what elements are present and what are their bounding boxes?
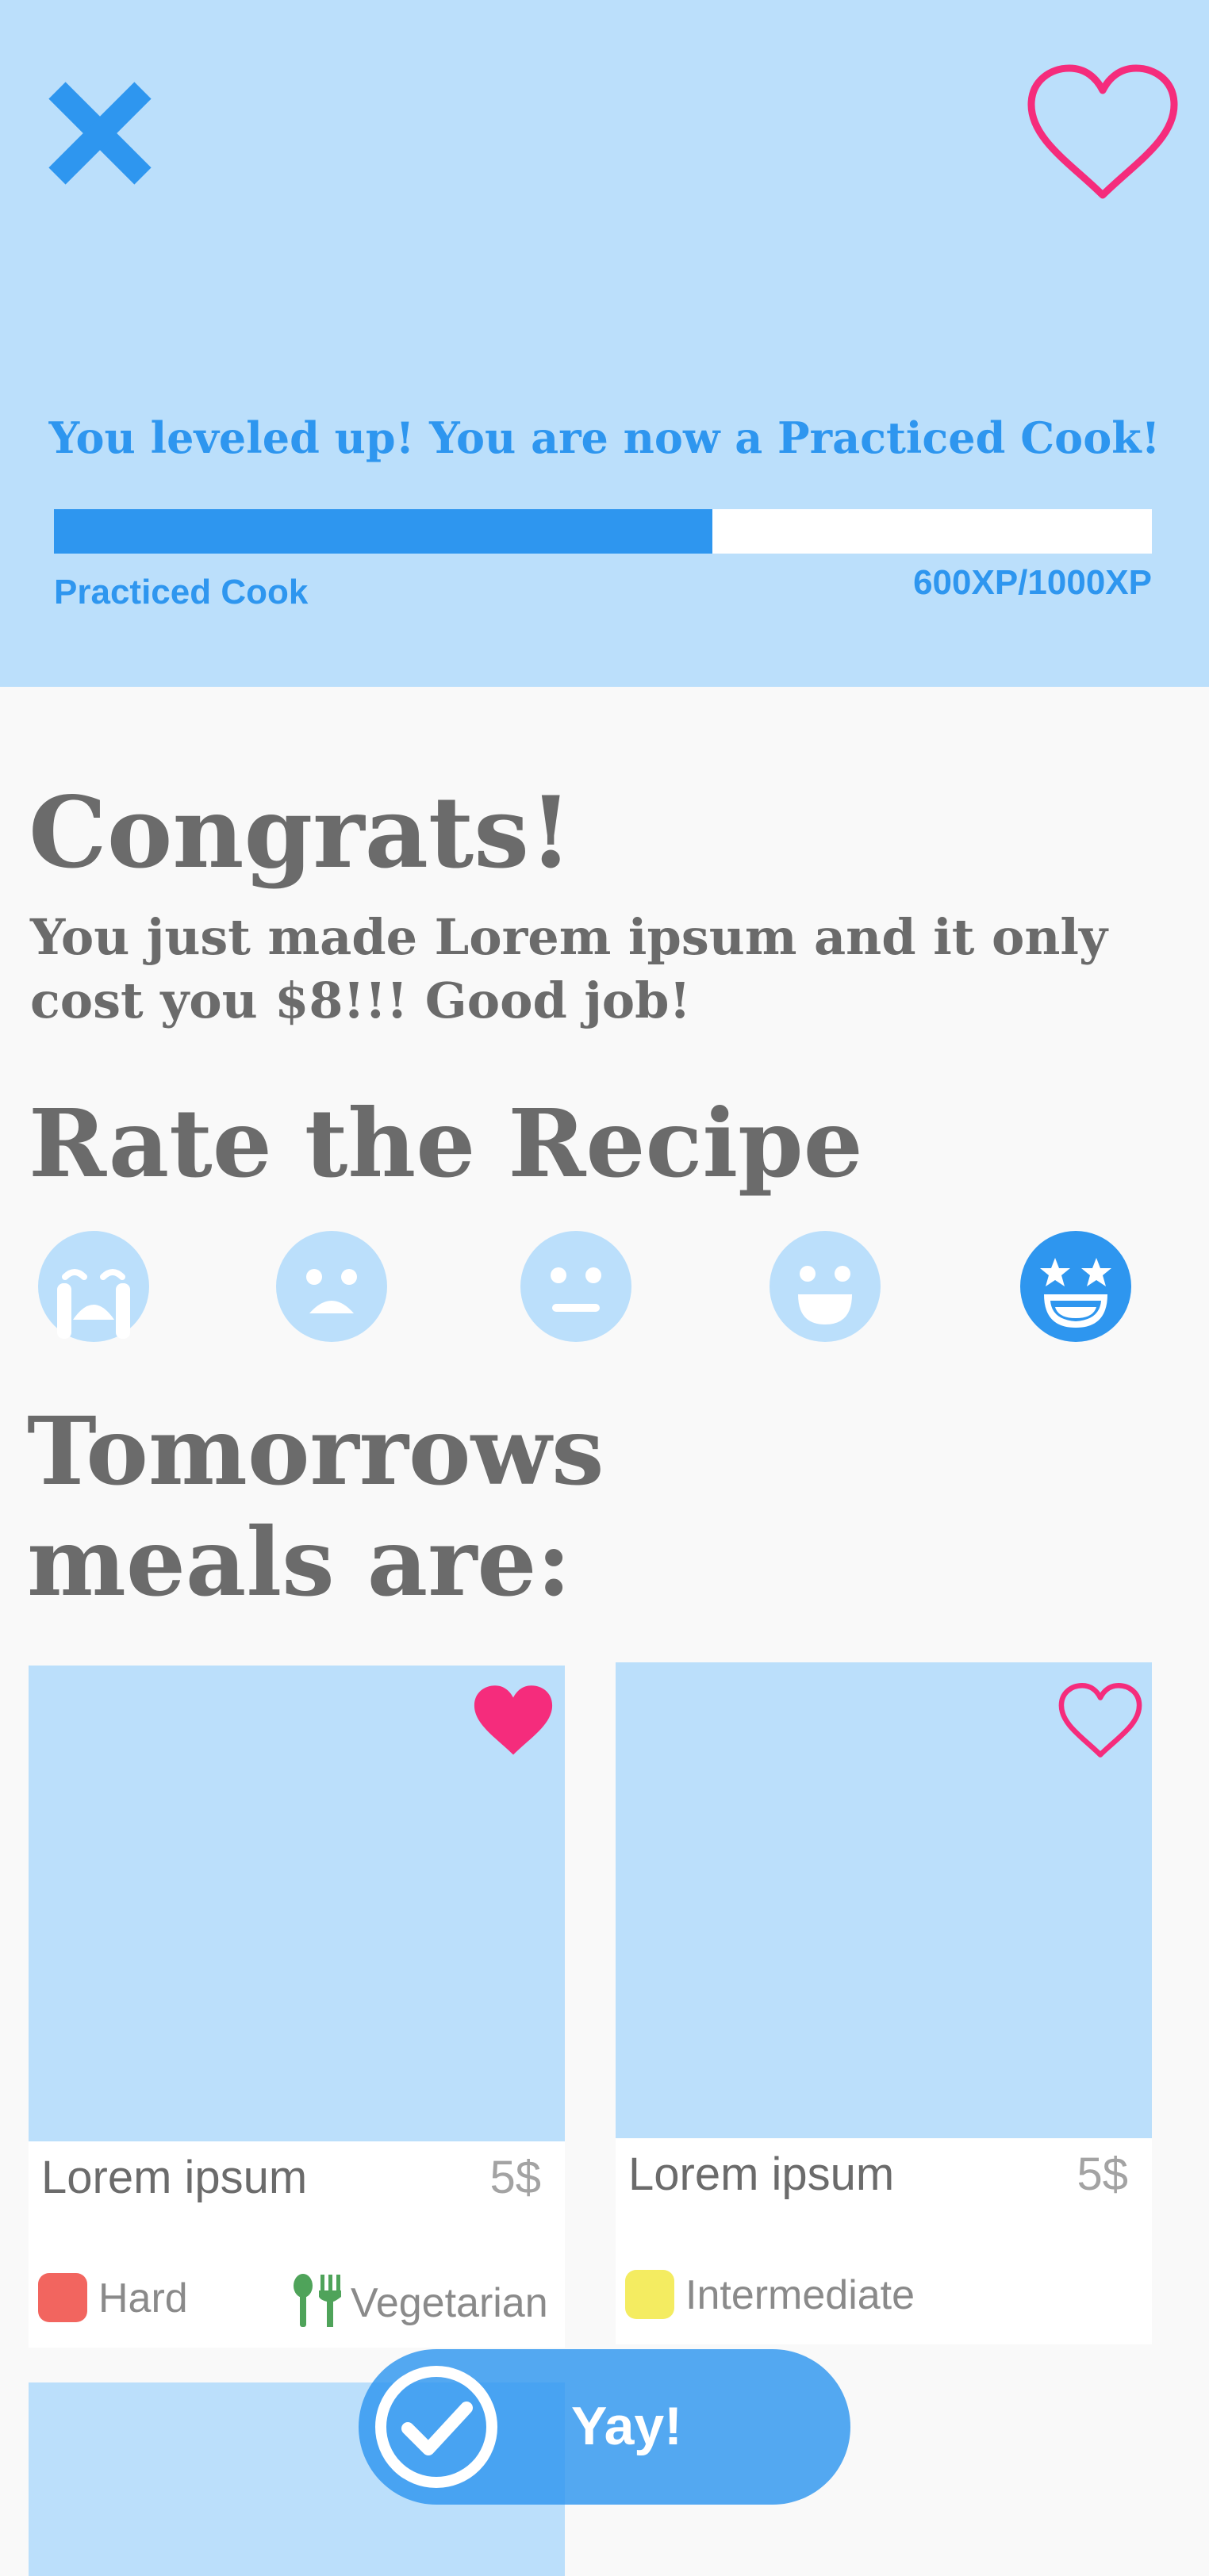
xp-progress-bar	[54, 509, 1152, 554]
crying-face-icon	[38, 1231, 149, 1342]
rank-label: Practiced Cook	[54, 573, 309, 611]
meal-title: Lorem ipsum	[628, 2149, 895, 2200]
difficulty-indicator	[38, 2273, 87, 2322]
rating-option-2[interactable]	[276, 1231, 387, 1342]
xp-counter: 600XP/1000XP	[913, 563, 1152, 602]
sad-face-icon	[276, 1231, 387, 1342]
heart-outline-icon	[1058, 1683, 1142, 1758]
congrats-message: You just made Lorem ipsum and it only co…	[30, 908, 1107, 1029]
close-button[interactable]	[46, 79, 154, 187]
favorite-button[interactable]	[1025, 63, 1180, 203]
meal-title: Lorem ipsum	[41, 2152, 308, 2203]
heart-outline-icon	[1027, 64, 1178, 199]
yay-confirm-button[interactable]: Yay!	[359, 2349, 850, 2505]
yay-label: Yay!	[571, 2396, 682, 2456]
happy-face-icon	[770, 1231, 881, 1342]
neutral-face-icon	[520, 1231, 631, 1342]
meal-favorite-button[interactable]	[1057, 1683, 1144, 1759]
meal-card[interactable]: Lorem ipsum 5$ Hard Vegetarian	[29, 1666, 565, 2348]
rating-option-1[interactable]	[38, 1231, 149, 1342]
heart-filled-icon	[474, 1685, 553, 1755]
meal-difficulty: Intermediate	[685, 2272, 915, 2318]
close-icon	[48, 82, 152, 185]
xp-progress-fill	[54, 509, 713, 554]
rating-row	[0, 1231, 1209, 1342]
meal-card[interactable]: Lorem ipsum 5$ Intermediate	[616, 1662, 1152, 2344]
meal-price: 5$	[489, 2152, 541, 2203]
check-circle-icon	[375, 2366, 497, 2488]
tomorrow-meals-title: Tomorrows meals are:	[27, 1396, 604, 1617]
difficulty-indicator	[625, 2270, 674, 2319]
rate-recipe-title: Rate the Recipe	[29, 1088, 863, 1198]
meal-price: 5$	[1077, 2149, 1128, 2200]
rating-option-4[interactable]	[770, 1231, 881, 1342]
rating-option-5[interactable]	[1020, 1231, 1131, 1342]
meal-difficulty: Hard	[98, 2275, 188, 2321]
congrats-title: Congrats!	[29, 776, 573, 891]
meal-diet: Vegetarian	[351, 2280, 548, 2326]
fork-spoon-icon	[294, 2274, 341, 2327]
meal-favorite-button[interactable]	[470, 1683, 557, 1759]
level-up-message: You leveled up! You are now a Practiced …	[48, 412, 1161, 463]
rating-option-3[interactable]	[520, 1231, 631, 1342]
star-struck-face-icon	[1020, 1231, 1131, 1342]
